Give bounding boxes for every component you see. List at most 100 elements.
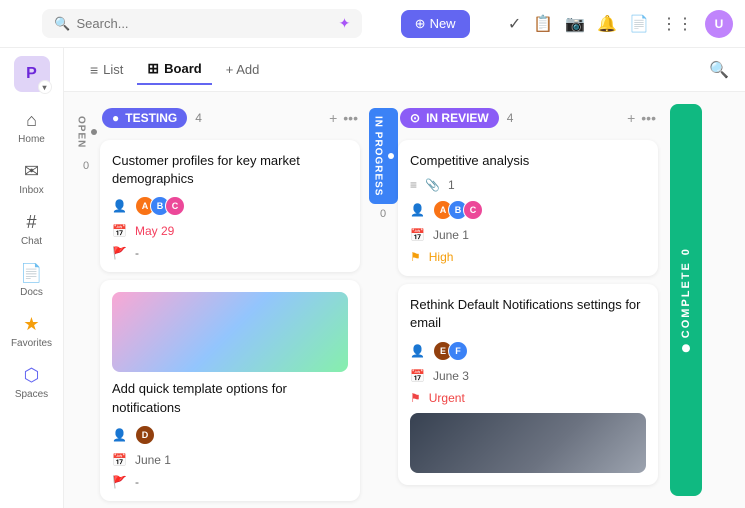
avatars: A B C <box>135 196 180 216</box>
testing-add-btn[interactable]: + <box>329 110 337 126</box>
sidebar-item-docs[interactable]: 📄 Docs <box>6 257 58 304</box>
testing-badge: ● TESTING <box>102 108 187 128</box>
card-avatars-row-3: 👤 A B C <box>410 200 646 220</box>
clipboard-icon[interactable]: 📄 <box>629 14 649 34</box>
review-actions: + ••• <box>627 110 656 126</box>
testing-actions: + ••• <box>329 110 358 126</box>
board-tab-icon: ⊞ <box>147 60 159 77</box>
avatars-3: A B C <box>433 200 478 220</box>
review-more-btn[interactable]: ••• <box>641 110 656 126</box>
card-flag: - <box>135 246 139 260</box>
card-image <box>112 292 348 372</box>
docs-label: Docs <box>20 287 43 298</box>
urgent-label: Urgent <box>429 391 465 405</box>
avatar-4: D <box>135 425 155 445</box>
card-priority-row: ⚑ High <box>410 250 646 264</box>
card-lines-row: ≡ 📎 1 <box>410 178 646 192</box>
board: OPEN 0 ● TESTING 4 + ••• <box>64 92 745 508</box>
tab-list[interactable]: ≡ List <box>80 56 133 84</box>
bell-icon[interactable]: 🔔 <box>597 14 617 34</box>
flag-icon: 🚩 <box>112 246 127 260</box>
card-competitive-analysis[interactable]: Competitive analysis ≡ 📎 1 👤 A B C <box>398 140 658 276</box>
sparkle-icon: ✦ <box>339 15 351 32</box>
card-customer-profiles[interactable]: Customer profiles for key market demogra… <box>100 140 360 272</box>
testing-more-btn[interactable]: ••• <box>343 110 358 126</box>
progress-dot <box>388 153 394 159</box>
open-dot <box>91 129 97 135</box>
calendar-icon-2: 📅 <box>112 453 127 467</box>
dark-image-inner <box>410 413 646 473</box>
card-notifications-settings[interactable]: Rethink Default Notifications settings f… <box>398 284 658 484</box>
card-title: Customer profiles for key market demogra… <box>112 152 348 188</box>
card-flag-row: 🚩 - <box>112 246 348 260</box>
chat-label: Chat <box>21 236 42 247</box>
card-image-inner <box>112 292 348 372</box>
clip-icon: 📎 <box>425 178 440 192</box>
card-date-3: June 1 <box>433 228 469 242</box>
tab-board[interactable]: ⊞ Board <box>137 54 211 85</box>
list-tab-icon: ≡ <box>90 62 98 78</box>
column-complete[interactable]: COMPLETE 0 <box>670 104 702 496</box>
favorites-label: Favorites <box>11 338 52 349</box>
camera-icon[interactable]: 📷 <box>565 14 585 34</box>
add-view-label: + Add <box>226 62 260 77</box>
sidebar-item-inbox[interactable]: ✉ Inbox <box>6 155 58 202</box>
card-avatars-row: 👤 A B C <box>112 196 348 216</box>
urgent-flag-icon: ⚑ <box>410 391 421 405</box>
review-badge: ⊙ IN REVIEW <box>400 108 499 128</box>
card-avatars-row-4: 👤 E F <box>410 341 646 361</box>
person-icon-2: 👤 <box>112 428 127 442</box>
search-input[interactable] <box>77 16 333 31</box>
card-flag-2: - <box>135 475 139 489</box>
card-date-row-3: 📅 June 1 <box>410 228 646 242</box>
new-button-icon: ⊕ <box>415 16 426 32</box>
calendar-icon: 📅 <box>112 224 127 238</box>
open-side-label: OPEN <box>72 108 101 156</box>
person-icon-4: 👤 <box>410 344 425 358</box>
sidebar: P ▾ ⌂ Home ✉ Inbox # Chat 📄 Docs ★ Favor… <box>0 48 64 508</box>
calendar-icon-3: 📅 <box>410 228 425 242</box>
sidebar-item-chat[interactable]: # Chat <box>6 206 58 253</box>
card-date-row-4: 📅 June 3 <box>410 369 646 383</box>
checkmark-icon[interactable]: ✓ <box>508 14 521 34</box>
open-count: 0 <box>83 160 89 172</box>
card-date-row-2: 📅 June 1 <box>112 453 348 467</box>
document-icon[interactable]: 📋 <box>533 14 553 34</box>
user-avatar[interactable]: U <box>705 10 733 38</box>
view-search-button[interactable]: 🔍 <box>709 60 729 80</box>
complete-label: COMPLETE 0 <box>680 247 692 352</box>
progress-side-label: IN PROGRESS <box>369 108 398 204</box>
card-dark-image <box>410 413 646 473</box>
card-avatars-row-2: 👤 D <box>112 425 348 445</box>
grid-icon[interactable]: ⋮⋮ <box>661 14 693 34</box>
spaces-label: Spaces <box>15 389 48 400</box>
testing-count: 4 <box>195 111 202 125</box>
sidebar-item-favorites[interactable]: ★ Favorites <box>6 308 58 355</box>
review-badge-dot: ⊙ <box>410 111 420 125</box>
new-button[interactable]: ⊕ New <box>401 10 470 38</box>
testing-badge-label: TESTING <box>125 111 177 125</box>
card-date-2: June 1 <box>135 453 171 467</box>
sidebar-item-spaces[interactable]: ⬡ Spaces <box>6 359 58 406</box>
card-title-4: Rethink Default Notifications settings f… <box>410 296 646 332</box>
topbar-icons: ✓ 📋 📷 🔔 📄 ⋮⋮ U <box>508 10 733 38</box>
avatar-7: C <box>463 200 483 220</box>
card-title-3: Competitive analysis <box>410 152 646 170</box>
complete-dot <box>682 345 690 353</box>
review-add-btn[interactable]: + <box>627 110 635 126</box>
search-bar[interactable]: 🔍 ✦ <box>42 9 362 38</box>
card-title-2: Add quick template options for notificat… <box>112 380 348 416</box>
progress-count: 0 <box>380 208 386 220</box>
avatar-9: F <box>448 341 468 361</box>
sidebar-item-home[interactable]: ⌂ Home <box>6 104 58 151</box>
add-view-button[interactable]: + Add <box>216 56 270 83</box>
card-date-row: 📅 May 29 <box>112 224 348 238</box>
column-review: ⊙ IN REVIEW 4 + ••• Competitive analysis <box>398 104 658 496</box>
review-count: 4 <box>507 111 514 125</box>
card-flag-row-2: 🚩 - <box>112 475 348 489</box>
spaces-icon: ⬡ <box>24 365 40 386</box>
workspace-arrow: ▾ <box>38 80 52 94</box>
board-tab-label: Board <box>164 61 202 76</box>
card-template-options[interactable]: Add quick template options for notificat… <box>100 280 360 500</box>
workspace-logo[interactable]: P ▾ <box>14 56 50 92</box>
